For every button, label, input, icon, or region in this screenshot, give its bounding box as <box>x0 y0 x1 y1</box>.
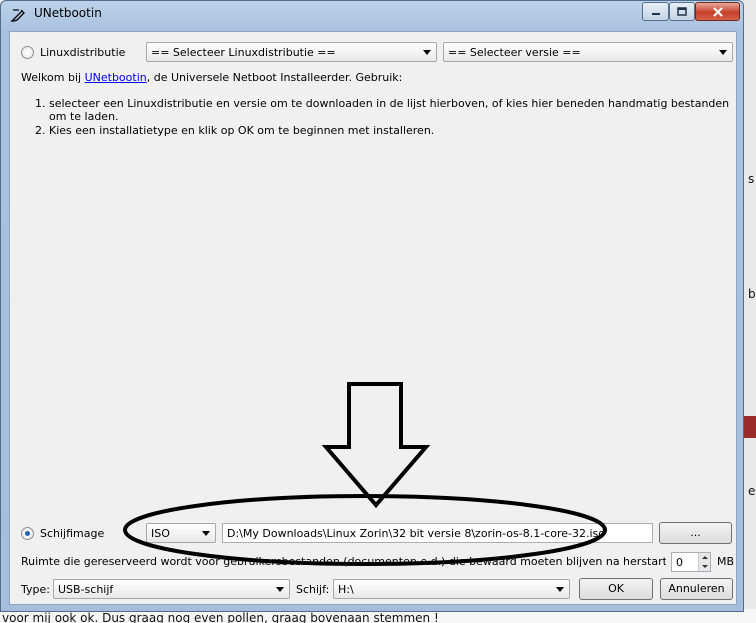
version-select-value: == Selecteer versie == <box>448 46 581 59</box>
cancel-button[interactable]: Annuleren <box>660 578 733 600</box>
type-label: Type: <box>21 583 50 596</box>
background-letter: s <box>748 172 755 186</box>
unetbootin-app-icon <box>10 9 25 22</box>
diskimage-radio[interactable] <box>21 527 34 540</box>
distribution-select[interactable]: == Selecteer Linuxdistributie == <box>146 42 437 62</box>
instruction-step: Kies een installatietype en klik op OK o… <box>49 124 736 137</box>
window-title: UNetbootin <box>34 6 102 20</box>
iso-path-field[interactable]: D:\My Downloads\Linux Zorin\32 bit versi… <box>222 523 653 543</box>
distribution-select-value: == Selecteer Linuxdistributie == <box>151 46 336 59</box>
ok-button[interactable]: OK <box>579 578 653 600</box>
background-letter: e <box>748 484 756 498</box>
diskimage-radio-label[interactable]: Schijfimage <box>40 527 104 540</box>
instruction-list: selecteer een Linuxdistributie en versie… <box>31 97 736 138</box>
reserve-space-unit: MB <box>717 555 735 568</box>
image-format-value: ISO <box>151 527 170 540</box>
reserve-space-value: 0 <box>676 556 683 569</box>
title-bar[interactable]: UNetbootin <box>1 1 743 27</box>
unetbootin-window: UNetbootin Linuxdistributie == Selecteer… <box>0 0 744 612</box>
intro-text: Welkom bij UNetbootin, de Universele Net… <box>21 71 402 84</box>
drive-label: Schijf: <box>296 583 330 596</box>
background-letter: b <box>748 287 756 301</box>
image-format-select[interactable]: ISO <box>146 523 216 543</box>
maximize-button[interactable] <box>669 2 695 21</box>
minimize-button[interactable] <box>642 2 669 21</box>
drive-select-value: H:\ <box>338 583 354 596</box>
minimize-icon <box>651 12 660 15</box>
instruction-step: selecteer een Linuxdistributie en versie… <box>49 97 736 123</box>
chevron-down-icon <box>719 50 727 55</box>
stepper-up-icon[interactable] <box>698 553 710 562</box>
intro-prefix: Welkom bij <box>21 71 85 84</box>
version-select[interactable]: == Selecteer versie == <box>443 42 733 62</box>
type-select-value: USB-schijf <box>58 583 114 596</box>
chevron-down-icon <box>276 587 284 592</box>
stepper-down-icon[interactable] <box>698 562 710 571</box>
reserve-space-stepper[interactable]: 0 <box>671 552 711 572</box>
drive-select[interactable]: H:\ <box>333 579 570 599</box>
maximize-icon <box>677 6 687 16</box>
chevron-down-icon <box>423 50 431 55</box>
close-icon <box>712 6 723 17</box>
background-red-band <box>742 416 756 438</box>
type-select[interactable]: USB-schijf <box>53 579 290 599</box>
chevron-down-icon <box>556 587 564 592</box>
chevron-down-icon <box>202 531 210 536</box>
unetbootin-link[interactable]: UNetbootin <box>85 71 147 84</box>
background-page <box>742 0 756 623</box>
distribution-radio[interactable] <box>21 46 34 59</box>
close-button[interactable] <box>695 2 740 21</box>
reserve-space-label: Ruimte die gereserveerd wordt voor gebru… <box>21 555 666 568</box>
intro-suffix: , de Universele Netboot Installeerder. G… <box>146 71 403 84</box>
browse-button[interactable]: ... <box>659 522 732 544</box>
client-area: Linuxdistributie == Selecteer Linuxdistr… <box>9 31 737 605</box>
distribution-radio-label[interactable]: Linuxdistributie <box>40 46 125 59</box>
